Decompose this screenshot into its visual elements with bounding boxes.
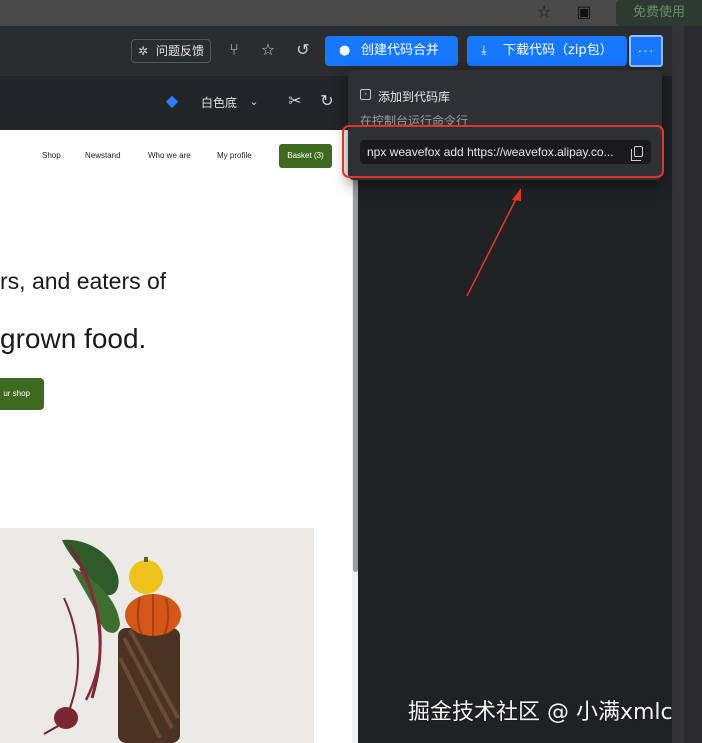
- watermark: 掘金技术社区 @ 小满xmlc: [408, 700, 673, 725]
- app-window: ☆ ▣ 免费使用 ✲ 问题反馈 ⑂ ☆ ↺ ● 创建代码合并 ⤓ 下载代码（zi…: [0, 0, 702, 743]
- annotation-arrow: [466, 188, 521, 297]
